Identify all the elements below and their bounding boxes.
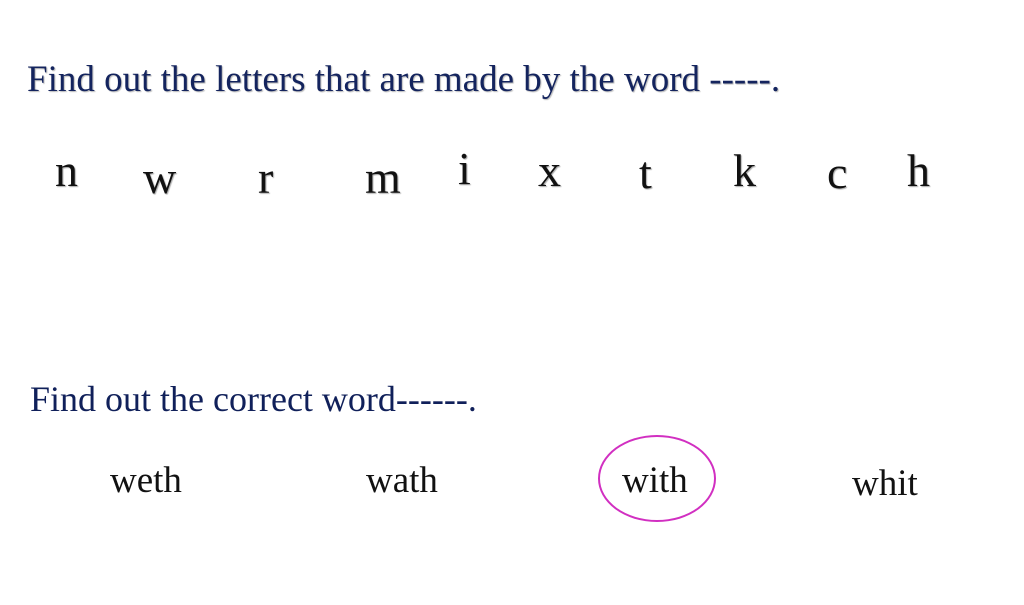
letter-m[interactable]: m bbox=[365, 155, 401, 201]
word-instruction: Find out the correct word------. bbox=[30, 379, 477, 419]
word-option-weth[interactable]: weth bbox=[110, 462, 182, 499]
word-option-wath[interactable]: wath bbox=[366, 462, 438, 499]
letter-h[interactable]: h bbox=[907, 148, 930, 194]
letter-t[interactable]: t bbox=[639, 150, 652, 196]
letter-i[interactable]: i bbox=[458, 146, 471, 192]
letter-k[interactable]: k bbox=[733, 148, 756, 194]
letters-instruction: Find out the letters that are made by th… bbox=[27, 59, 781, 100]
letter-w[interactable]: w bbox=[143, 155, 176, 201]
letter-n[interactable]: n bbox=[55, 148, 78, 194]
answer-circle bbox=[598, 435, 716, 522]
letter-r[interactable]: r bbox=[258, 155, 273, 201]
letter-c[interactable]: c bbox=[827, 150, 847, 196]
word-option-whit[interactable]: whit bbox=[852, 465, 918, 502]
letter-x[interactable]: x bbox=[538, 148, 561, 194]
